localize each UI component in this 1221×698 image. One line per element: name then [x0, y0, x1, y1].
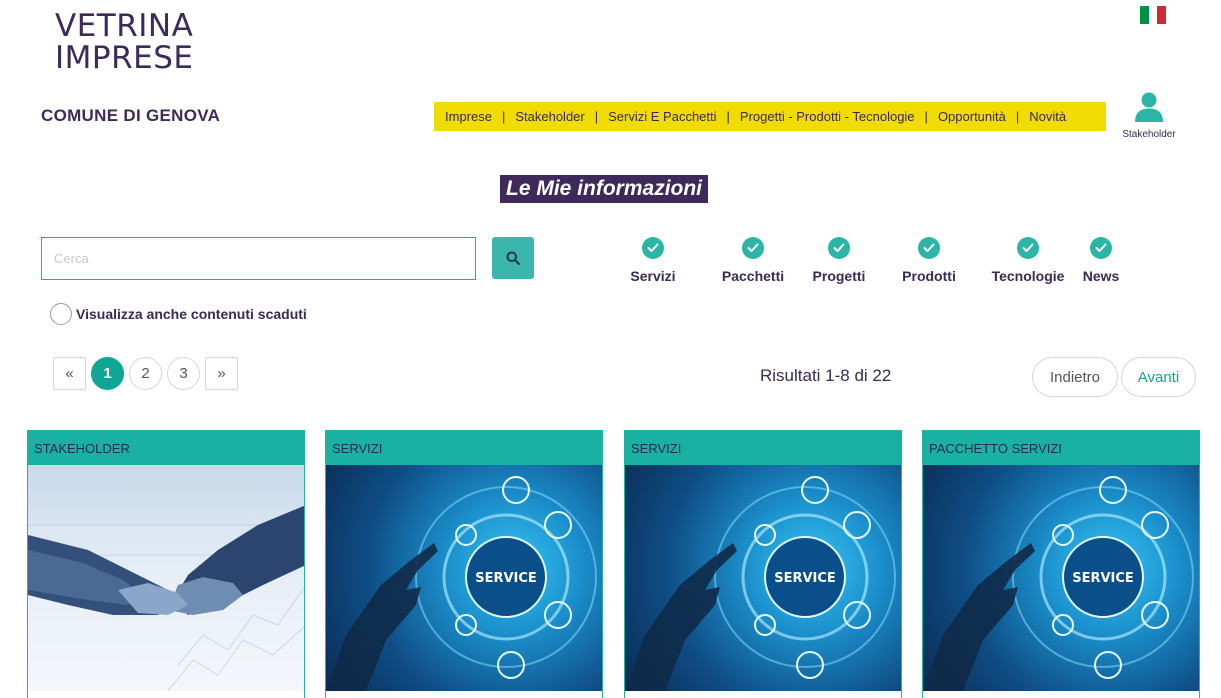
result-card[interactable]: SERVIZI SERVICE: [325, 430, 603, 698]
nav-item-stakeholder[interactable]: Stakeholder: [515, 109, 584, 124]
handshake-image: [28, 465, 304, 691]
result-card[interactable]: SERVIZI SERVICE: [624, 430, 902, 698]
back-button[interactable]: Indietro: [1032, 357, 1118, 397]
filter-label: Tecnologie: [991, 268, 1065, 284]
logo-line-1: VETRINA: [55, 8, 194, 44]
pagination-prev[interactable]: «: [53, 357, 86, 390]
card-category: PACCHETTO SERVIZI: [923, 431, 1199, 465]
pagination-page-2[interactable]: 2: [129, 357, 162, 390]
check-icon: [642, 237, 664, 259]
flag-red-band: [1157, 6, 1167, 24]
card-category: SERVIZI: [326, 431, 602, 465]
nav-separator: |: [924, 109, 928, 124]
filter-label: Servizi: [630, 268, 676, 284]
page-title: Le Mie informazioni: [500, 175, 709, 203]
pagination-next[interactable]: »: [205, 357, 238, 390]
filter-tecnologie[interactable]: Tecnologie: [990, 237, 1066, 284]
nav-item-novita[interactable]: Novità: [1029, 109, 1066, 124]
nav-separator: |: [594, 109, 599, 124]
expired-content-toggle: Visualizza anche contenuti scaduti: [50, 303, 307, 325]
filter-label: Progetti: [812, 268, 866, 284]
check-icon: [742, 237, 764, 259]
service-hand-image: SERVICE: [923, 465, 1199, 691]
nav-separator: |: [726, 109, 730, 124]
italian-flag-icon[interactable]: [1140, 6, 1167, 24]
search-icon: [506, 251, 520, 265]
card-category: SERVIZI: [625, 431, 901, 465]
main-nav: Imprese | Stakeholder | Servizi E Pacche…: [434, 102, 1106, 131]
nav-item-opportunita[interactable]: Opportunità: [938, 109, 1006, 124]
nav-item-servizi-pacchetti[interactable]: Servizi E Pacchetti: [608, 109, 716, 124]
flag-white-band: [1148, 6, 1158, 24]
logo-line-2: IMPRESE: [55, 40, 194, 76]
check-icon: [918, 237, 940, 259]
filter-label: Prodotti: [902, 268, 956, 284]
filter-servizi[interactable]: Servizi: [630, 237, 676, 284]
expired-radio[interactable]: [50, 303, 72, 325]
results-count: Risultati 1-8 di 22: [760, 366, 892, 385]
pagination-page-1[interactable]: 1: [91, 357, 124, 390]
pagination-page-3[interactable]: 3: [167, 357, 200, 390]
pagination: « 1 2 3 »: [53, 357, 243, 390]
result-card[interactable]: STAKEHOLDER: [27, 430, 305, 698]
check-icon: [1090, 237, 1112, 259]
expired-label: Visualizza anche contenuti scaduti: [76, 306, 307, 322]
filter-prodotti[interactable]: Prodotti: [900, 237, 958, 284]
service-hand-image: SERVICE: [625, 465, 901, 691]
comune-name: COMUNE DI GENOVA: [41, 106, 221, 125]
user-icon: [1135, 92, 1163, 122]
svg-text:SERVICE: SERVICE: [774, 571, 836, 586]
result-card[interactable]: PACCHETTO SERVIZI SERVICE: [922, 430, 1200, 698]
svg-text:SERVICE: SERVICE: [1072, 571, 1134, 586]
service-hand-image: SERVICE: [326, 465, 602, 691]
filter-news[interactable]: News: [1081, 237, 1121, 284]
site-logo[interactable]: VETRINA IMPRESE: [55, 10, 193, 74]
nav-item-progetti[interactable]: Progetti - Prodotti - Tecnologie: [740, 109, 915, 124]
filter-label: News: [1082, 268, 1120, 284]
filter-pacchetti[interactable]: Pacchetti: [720, 237, 786, 284]
flag-green-band: [1140, 6, 1149, 24]
nav-item-imprese[interactable]: Imprese: [445, 109, 492, 124]
nav-separator: |: [501, 109, 506, 124]
search-button[interactable]: [492, 237, 534, 279]
check-icon: [828, 237, 850, 259]
filter-label: Pacchetti: [721, 268, 785, 284]
search-input[interactable]: [41, 237, 476, 280]
filter-progetti[interactable]: Progetti: [810, 237, 868, 284]
next-button[interactable]: Avanti: [1121, 357, 1196, 397]
check-icon: [1017, 237, 1039, 259]
card-category: STAKEHOLDER: [28, 431, 304, 465]
svg-text:SERVICE: SERVICE: [475, 571, 537, 586]
nav-separator: |: [1015, 109, 1020, 124]
user-menu[interactable]: Stakeholder: [1118, 92, 1180, 140]
user-label: Stakeholder: [1122, 129, 1176, 140]
